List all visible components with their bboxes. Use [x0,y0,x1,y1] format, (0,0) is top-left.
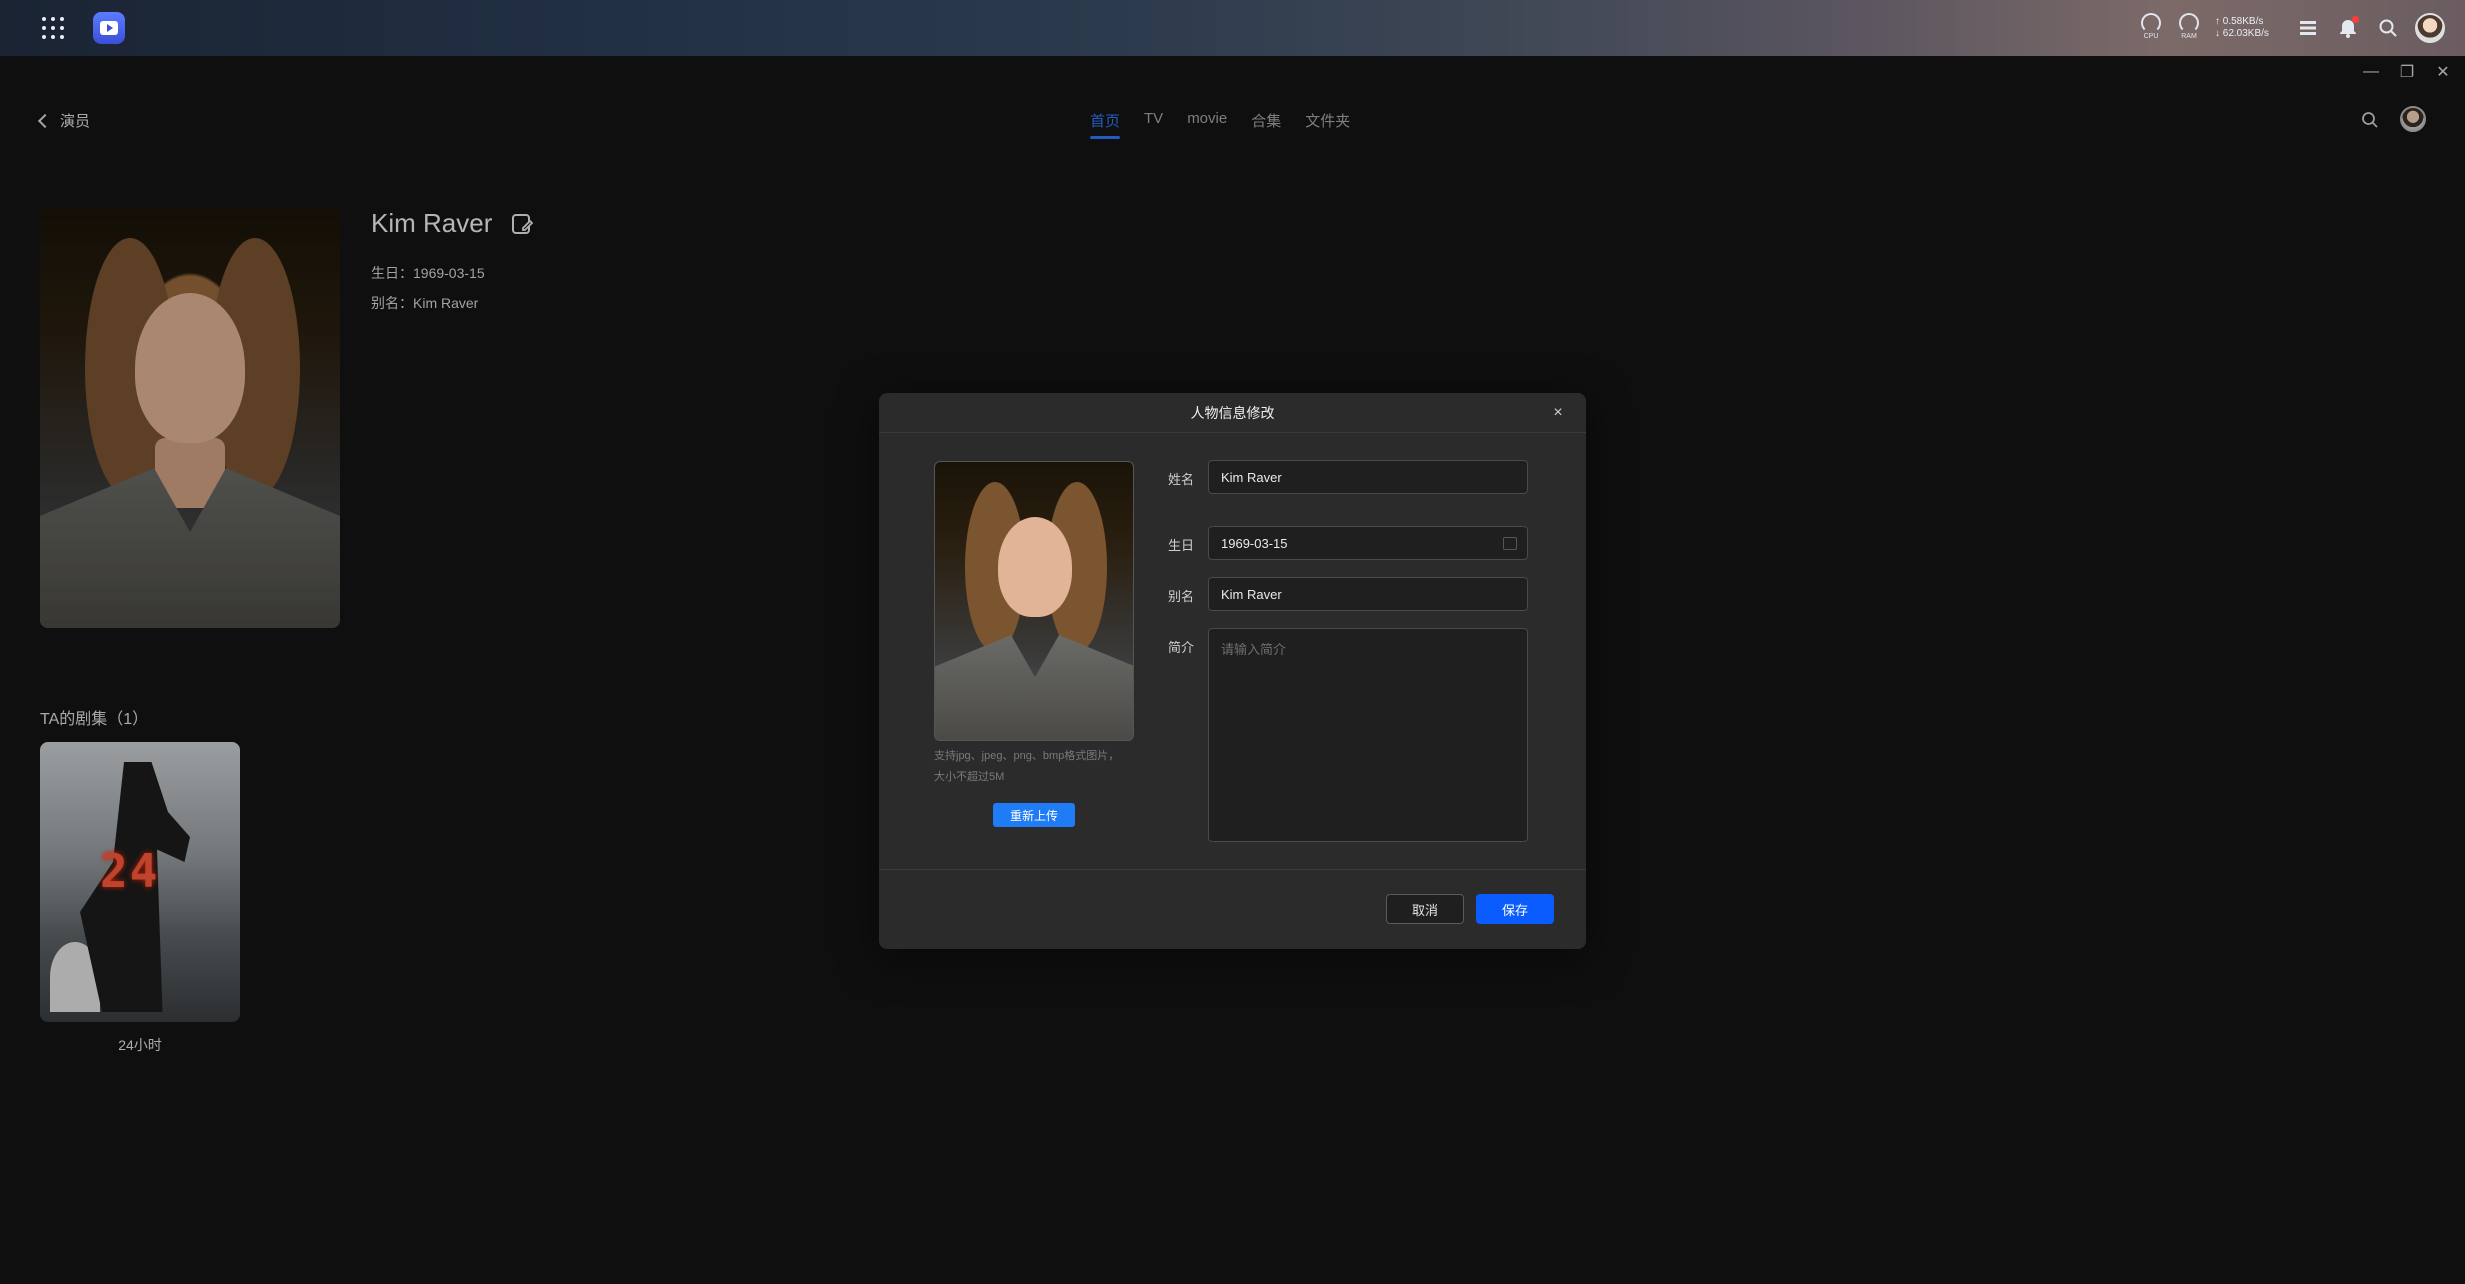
reupload-button[interactable]: 重新上传 [993,803,1075,827]
search-icon[interactable] [2375,15,2401,41]
person-photo-preview[interactable] [934,461,1134,741]
notification-dot [2352,16,2359,23]
network-speed[interactable]: ↑ 0.58KB/s ↓ 62.03KB/s [2215,16,2281,40]
name-label: 姓名 [1168,472,1195,487]
ram-gauge-icon[interactable]: RAM [2177,13,2201,43]
ram-label: RAM [2181,33,2197,40]
apps-grid-icon[interactable] [42,17,64,39]
bell-icon[interactable] [2335,15,2361,41]
user-avatar[interactable] [2415,13,2445,43]
net-upload-speed: ↑ 0.58KB/s [2215,16,2264,27]
dialog-footer: 取消 保存 [879,869,1586,949]
close-icon[interactable]: × [1550,405,1566,421]
cpu-gauge-icon[interactable]: CPU [2139,13,2163,43]
alias-field[interactable]: Kim Raver [1208,577,1528,611]
system-taskbar: CPU RAM ↑ 0.58KB/s ↓ 62.03KB/s [0,0,2465,56]
system-tray: CPU RAM ↑ 0.58KB/s ↓ 62.03KB/s [2139,10,2445,46]
edit-person-dialog: 人物信息修改 × 支持jpg、jpeg、png、bmp格式图片，大小不超过5M … [879,393,1586,949]
name-field[interactable]: Kim Raver [1208,460,1528,494]
video-app-icon[interactable] [93,12,125,44]
dialog-header: 人物信息修改 × [879,393,1586,433]
server-list-icon[interactable] [2295,15,2321,41]
save-button[interactable]: 保存 [1476,894,1554,924]
alias-label: 别名 [1168,589,1195,604]
birthday-field[interactable]: 1969-03-15 [1208,526,1528,560]
bio-label: 简介 [1168,640,1195,655]
calendar-icon[interactable] [1503,537,1517,550]
cpu-label: CPU [2143,33,2159,40]
bio-textarea[interactable]: 请输入简介 [1208,628,1528,842]
upload-hint: 支持jpg、jpeg、png、bmp格式图片，大小不超过5M [934,750,1120,783]
birthday-value: 1969-03-15 [1221,535,1288,551]
birthday-label: 生日 [1168,538,1195,553]
net-download-speed: ↓ 62.03KB/s [2215,28,2269,39]
cancel-button[interactable]: 取消 [1386,894,1464,924]
dialog-title: 人物信息修改 [1190,404,1275,421]
